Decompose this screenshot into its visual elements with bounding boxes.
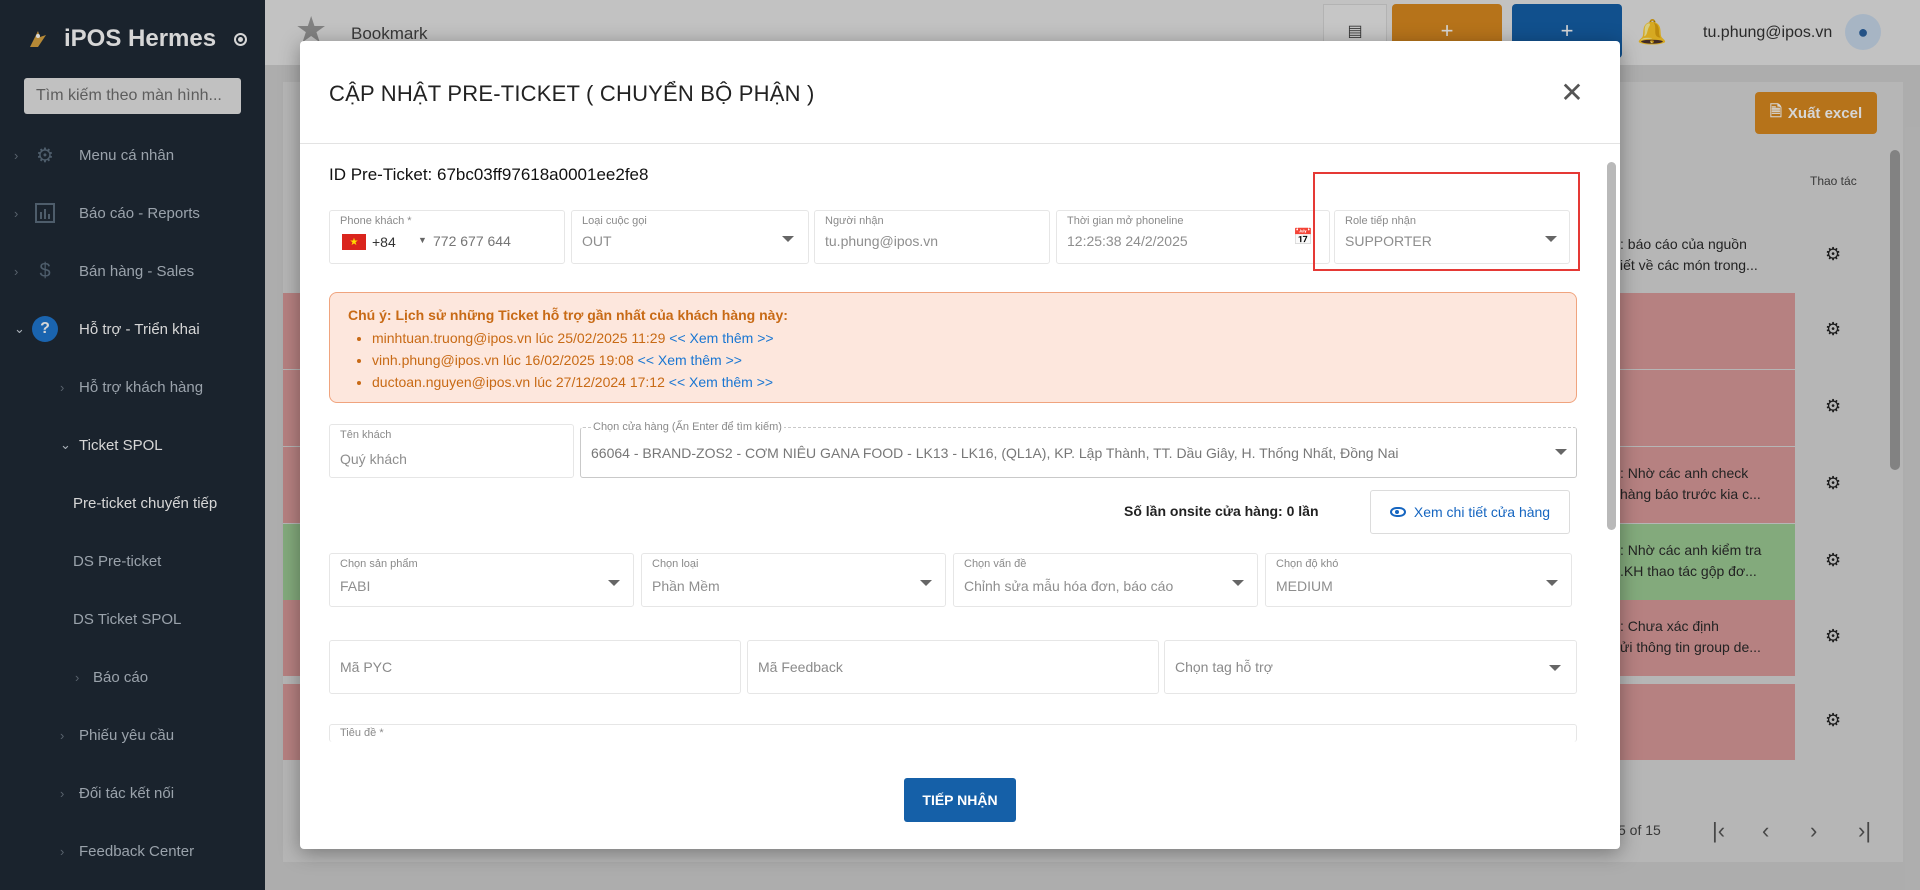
caret-down-icon: [608, 580, 620, 586]
phone-field[interactable]: Phone khách * ★ +84 ▼: [329, 210, 565, 264]
call-type-value: OUT: [582, 233, 612, 249]
caret-down-icon: [920, 580, 932, 586]
modal-scrollbar[interactable]: [1607, 162, 1616, 530]
issue-select[interactable]: Chọn vấn đề Chỉnh sửa mẫu hóa đơn, báo c…: [953, 553, 1258, 607]
warning-item: ductoan.nguyen@ipos.vn lúc 27/12/2024 17…: [372, 371, 1558, 393]
view-more-link[interactable]: << Xem thêm >>: [669, 330, 773, 346]
product-label: Chọn sản phẩm: [340, 558, 418, 570]
modal-title: CẬP NHẬT PRE-TICKET ( CHUYỂN BỘ PHẬN ): [329, 81, 815, 106]
open-time-label: Thời gian mở phoneline: [1067, 215, 1184, 227]
store-value: 66064 - BRAND-ZOS2 - CƠM NIÊU GANA FOOD …: [591, 445, 1399, 461]
customer-name-value: Quý khách: [340, 451, 407, 467]
store-select[interactable]: Chọn cửa hàng (Ấn Enter để tìm kiếm) 660…: [580, 421, 1577, 478]
warning-item: minhtuan.truong@ipos.vn lúc 25/02/2025 1…: [372, 327, 1558, 349]
vietnam-flag-icon: ★: [342, 234, 366, 250]
warning-list: minhtuan.truong@ipos.vn lúc 25/02/2025 1…: [348, 327, 1558, 393]
warning-title: Chú ý: Lịch sử những Ticket hỗ trợ gần n…: [348, 307, 788, 323]
feedback-placeholder: Mã Feedback: [758, 659, 843, 675]
receiver-value: tu.phung@ipos.vn: [825, 233, 939, 249]
close-icon[interactable]: ✕: [1556, 76, 1588, 108]
open-time-field[interactable]: Thời gian mở phoneline 12:25:38 24/2/202…: [1056, 210, 1330, 264]
store-label: Chọn cửa hàng (Ấn Enter để tìm kiếm): [591, 421, 784, 433]
receiver-field[interactable]: Người nhận tu.phung@ipos.vn: [814, 210, 1050, 264]
open-time-value: 12:25:38 24/2/2025: [1067, 233, 1188, 249]
view-more-link[interactable]: << Xem thêm >>: [669, 374, 773, 390]
highlight-annotation: [1313, 172, 1580, 271]
customer-name-label: Tên khách: [340, 429, 392, 441]
receiver-label: Người nhận: [825, 215, 884, 227]
call-type-select[interactable]: Loại cuộc gọi OUT: [571, 210, 809, 264]
support-tag-select[interactable]: Chọn tag hỗ trợ: [1164, 640, 1577, 694]
issue-label: Chọn vấn đề: [964, 558, 1027, 570]
feedback-code-field[interactable]: Mã Feedback: [747, 640, 1159, 694]
phone-input[interactable]: [433, 233, 553, 249]
eye-icon: [1389, 507, 1406, 517]
difficulty-label: Chọn độ khó: [1276, 558, 1339, 570]
calendar-icon[interactable]: 📅: [1293, 227, 1313, 247]
type-label: Chọn loại: [652, 558, 699, 570]
onsite-count: Số lần onsite cửa hàng: 0 lần: [1124, 503, 1319, 519]
caret-down-icon: [1555, 449, 1567, 455]
title-label: Tiêu đề *: [340, 727, 384, 739]
pyc-placeholder: Mã PYC: [340, 659, 393, 675]
title-field[interactable]: Tiêu đề *: [329, 724, 1577, 742]
customer-name-field[interactable]: Tên khách Quý khách: [329, 424, 574, 478]
caret-down-icon: [1546, 580, 1558, 586]
issue-value: Chỉnh sửa mẫu hóa đơn, báo cáo: [964, 578, 1174, 594]
phone-label: Phone khách *: [340, 215, 412, 227]
country-code[interactable]: +84: [372, 234, 396, 250]
difficulty-select[interactable]: Chọn độ khó MEDIUM: [1265, 553, 1572, 607]
warning-item: vinh.phung@ipos.vn lúc 16/02/2025 19:08 …: [372, 349, 1558, 371]
caret-down-icon: [1232, 580, 1244, 586]
modal-header: CẬP NHẬT PRE-TICKET ( CHUYỂN BỘ PHẬN ) ✕: [300, 41, 1620, 144]
warning-item-text: ductoan.nguyen@ipos.vn lúc 27/12/2024 17…: [372, 374, 665, 390]
type-value: Phần Mềm: [652, 578, 720, 594]
product-value: FABI: [340, 578, 371, 594]
warning-item-text: vinh.phung@ipos.vn lúc 16/02/2025 19:08: [372, 352, 634, 368]
ticket-history-warning: Chú ý: Lịch sử những Ticket hỗ trợ gần n…: [329, 292, 1577, 403]
product-select[interactable]: Chọn sản phẩm FABI: [329, 553, 634, 607]
view-store-detail-button[interactable]: Xem chi tiết cửa hàng: [1370, 490, 1570, 534]
view-store-detail-label: Xem chi tiết cửa hàng: [1413, 504, 1551, 520]
caret-down-icon: [1549, 665, 1561, 671]
accept-button[interactable]: TIẾP NHẬN: [904, 778, 1016, 822]
pyc-code-field[interactable]: Mã PYC: [329, 640, 741, 694]
caret-down-icon: [782, 236, 794, 242]
ticket-id: ID Pre-Ticket: 67bc03ff97618a0001ee2fe8: [329, 165, 649, 184]
tag-placeholder: Chọn tag hỗ trợ: [1175, 659, 1273, 675]
view-more-link[interactable]: << Xem thêm >>: [638, 352, 742, 368]
call-type-label: Loại cuộc gọi: [582, 215, 647, 227]
type-select[interactable]: Chọn loại Phần Mềm: [641, 553, 946, 607]
caret-down-icon: ▼: [418, 235, 427, 245]
warning-item-text: minhtuan.truong@ipos.vn lúc 25/02/2025 1…: [372, 330, 666, 346]
difficulty-value: MEDIUM: [1276, 578, 1333, 594]
